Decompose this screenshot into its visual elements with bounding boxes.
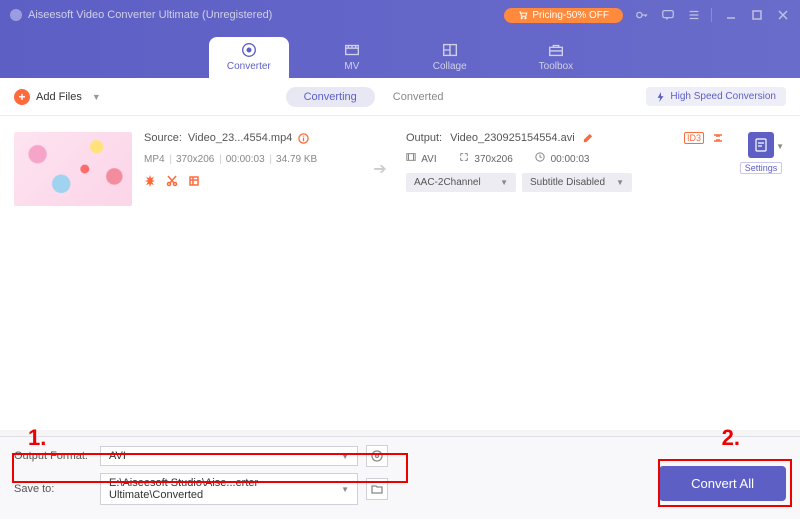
output-filename: Video_230925154554.avi (450, 132, 575, 144)
pricing-button[interactable]: Pricing-50% OFF (504, 8, 623, 23)
close-button[interactable] (776, 8, 790, 22)
key-icon[interactable] (635, 8, 649, 22)
output-label: Output: (406, 132, 442, 144)
app-title: Aiseesoft Video Converter Ultimate (Unre… (28, 9, 504, 21)
audio-select[interactable]: AAC-2Channel▼ (406, 173, 516, 192)
toolbox-icon (547, 41, 565, 59)
chevron-down-icon: ▼ (341, 485, 349, 494)
minimize-button[interactable] (724, 8, 738, 22)
add-files-button[interactable]: + Add Files ▼ (14, 89, 101, 105)
source-column: Source: Video_23...4554.mp4 MP4370x20600… (144, 132, 354, 187)
empty-area (0, 222, 800, 430)
output-column: Output: Video_230925154554.avi ID3 AVI 3… (406, 132, 724, 192)
tab-toolbox[interactable]: Toolbox (521, 37, 591, 78)
edit-actions (144, 175, 354, 187)
edit-icon[interactable] (188, 175, 200, 187)
format-options-button[interactable] (366, 445, 388, 467)
info-icon[interactable] (298, 133, 309, 144)
chevron-down-icon: ▼ (92, 92, 101, 102)
file-item: Source: Video_23...4554.mp4 MP4370x20600… (14, 126, 786, 212)
tab-collage[interactable]: Collage (415, 37, 485, 78)
toolbar: + Add Files ▼ Converting Converted High … (0, 78, 800, 116)
mv-icon (343, 41, 361, 59)
chevron-down-icon: ▼ (616, 178, 624, 187)
subtitle-select[interactable]: Subtitle Disabled▼ (522, 173, 632, 192)
tab-converted[interactable]: Converted (375, 87, 462, 107)
status-tabs: Converting Converted (286, 87, 462, 107)
app-logo-icon (10, 9, 22, 21)
output-meta: AVI 370x206 00:00:03 (406, 152, 724, 165)
enhance-icon[interactable] (144, 175, 156, 187)
chevron-down-icon[interactable]: ▼ (776, 142, 784, 151)
expand-icon (459, 152, 469, 162)
converter-icon (240, 41, 258, 59)
cart-icon (518, 10, 528, 20)
chevron-down-icon: ▼ (500, 178, 508, 187)
settings-link[interactable]: Settings (740, 162, 783, 174)
file-list: Source: Video_23...4554.mp4 MP4370x20600… (0, 116, 800, 222)
output-format-select[interactable]: AVI ▼ (100, 446, 358, 466)
menu-icon[interactable] (687, 8, 701, 22)
arrow-icon: ➔ (366, 159, 394, 179)
bolt-icon (656, 92, 666, 102)
convert-all-button[interactable]: Convert All (659, 466, 786, 501)
main-nav: Converter MV Collage Toolbox (0, 30, 800, 78)
maximize-button[interactable] (750, 8, 764, 22)
source-filename: Video_23...4554.mp4 (188, 132, 292, 144)
plus-icon: + (14, 89, 30, 105)
id3-button[interactable]: ID3 (684, 132, 704, 144)
tab-converting[interactable]: Converting (286, 87, 375, 107)
bottom-bar: Output Format: AVI ▼ Save to: E:\Aiseeso… (0, 436, 800, 519)
save-to-label: Save to: (14, 483, 92, 495)
source-label: Source: (144, 132, 182, 144)
chevron-down-icon: ▼ (341, 452, 349, 461)
compress-icon[interactable] (712, 132, 724, 144)
video-thumbnail[interactable] (14, 132, 132, 206)
clock-icon (535, 152, 545, 162)
feedback-icon[interactable] (661, 8, 675, 22)
tab-mv[interactable]: MV (325, 37, 379, 78)
high-speed-button[interactable]: High Speed Conversion (646, 87, 786, 106)
save-to-select[interactable]: E:\Aiseesoft Studio\Aise...erter Ultimat… (100, 473, 358, 505)
collage-icon (441, 41, 459, 59)
format-icon (753, 137, 769, 153)
film-icon (406, 152, 416, 162)
output-format-label: Output Format: (14, 450, 92, 462)
source-meta: MP4370x20600:00:0334.79 KB (144, 154, 354, 165)
rename-icon[interactable] (583, 133, 593, 143)
format-settings-button[interactable]: ▼ (748, 132, 774, 158)
tab-converter[interactable]: Converter (209, 37, 289, 78)
trim-icon[interactable] (166, 175, 178, 187)
titlebar: Aiseesoft Video Converter Ultimate (Unre… (0, 0, 800, 30)
browse-folder-button[interactable] (366, 478, 388, 500)
separator (711, 8, 712, 22)
settings-column: ▼ Settings (736, 132, 786, 174)
